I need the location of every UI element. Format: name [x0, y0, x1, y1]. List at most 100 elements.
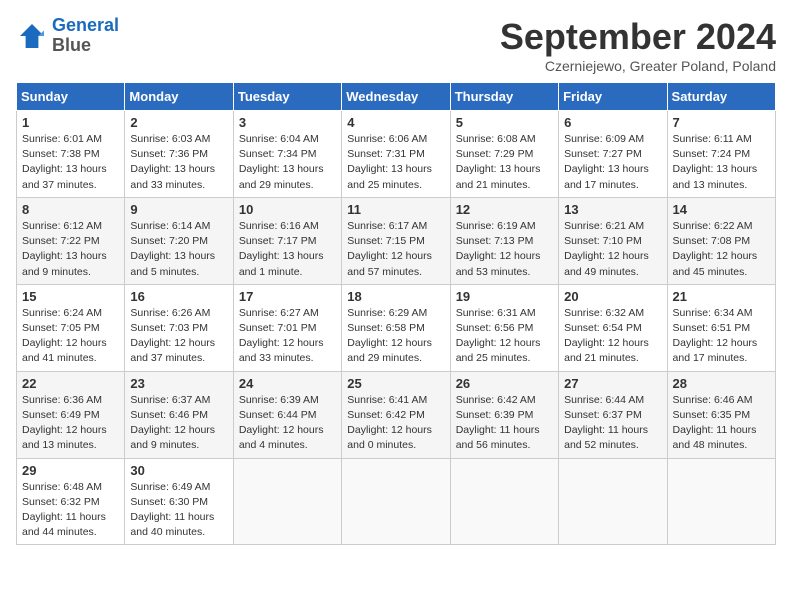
title-block: September 2024 Czerniejewo, Greater Pola… [500, 16, 776, 74]
day-number: 23 [130, 376, 227, 391]
calendar-cell: 8 Sunrise: 6:12 AM Sunset: 7:22 PM Dayli… [17, 197, 125, 284]
calendar-cell [559, 458, 667, 545]
day-number: 10 [239, 202, 336, 217]
day-number: 3 [239, 115, 336, 130]
day-number: 27 [564, 376, 661, 391]
calendar-cell: 4 Sunrise: 6:06 AM Sunset: 7:31 PM Dayli… [342, 111, 450, 198]
calendar-cell: 25 Sunrise: 6:41 AM Sunset: 6:42 PM Dayl… [342, 371, 450, 458]
day-info: Sunrise: 6:26 AM Sunset: 7:03 PM Dayligh… [130, 306, 227, 367]
day-info: Sunrise: 6:31 AM Sunset: 6:56 PM Dayligh… [456, 306, 553, 367]
calendar-cell: 28 Sunrise: 6:46 AM Sunset: 6:35 PM Dayl… [667, 371, 775, 458]
day-info: Sunrise: 6:32 AM Sunset: 6:54 PM Dayligh… [564, 306, 661, 367]
day-info: Sunrise: 6:48 AM Sunset: 6:32 PM Dayligh… [22, 480, 119, 541]
day-number: 7 [673, 115, 770, 130]
day-info: Sunrise: 6:24 AM Sunset: 7:05 PM Dayligh… [22, 306, 119, 367]
day-info: Sunrise: 6:19 AM Sunset: 7:13 PM Dayligh… [456, 219, 553, 280]
day-number: 22 [22, 376, 119, 391]
calendar-cell: 22 Sunrise: 6:36 AM Sunset: 6:49 PM Dayl… [17, 371, 125, 458]
location: Czerniejewo, Greater Poland, Poland [500, 58, 776, 74]
day-header-friday: Friday [559, 83, 667, 111]
calendar: SundayMondayTuesdayWednesdayThursdayFrid… [16, 82, 776, 545]
calendar-cell: 19 Sunrise: 6:31 AM Sunset: 6:56 PM Dayl… [450, 284, 558, 371]
calendar-cell: 27 Sunrise: 6:44 AM Sunset: 6:37 PM Dayl… [559, 371, 667, 458]
day-info: Sunrise: 6:41 AM Sunset: 6:42 PM Dayligh… [347, 393, 444, 454]
calendar-week-5: 29 Sunrise: 6:48 AM Sunset: 6:32 PM Dayl… [17, 458, 776, 545]
day-number: 26 [456, 376, 553, 391]
logo: General Blue [16, 16, 119, 56]
calendar-cell: 30 Sunrise: 6:49 AM Sunset: 6:30 PM Dayl… [125, 458, 233, 545]
day-number: 18 [347, 289, 444, 304]
day-number: 11 [347, 202, 444, 217]
day-info: Sunrise: 6:17 AM Sunset: 7:15 PM Dayligh… [347, 219, 444, 280]
day-info: Sunrise: 6:44 AM Sunset: 6:37 PM Dayligh… [564, 393, 661, 454]
day-info: Sunrise: 6:34 AM Sunset: 6:51 PM Dayligh… [673, 306, 770, 367]
day-number: 15 [22, 289, 119, 304]
day-number: 1 [22, 115, 119, 130]
day-number: 21 [673, 289, 770, 304]
calendar-cell: 18 Sunrise: 6:29 AM Sunset: 6:58 PM Dayl… [342, 284, 450, 371]
day-info: Sunrise: 6:08 AM Sunset: 7:29 PM Dayligh… [456, 132, 553, 193]
day-number: 20 [564, 289, 661, 304]
day-header-saturday: Saturday [667, 83, 775, 111]
calendar-cell: 16 Sunrise: 6:26 AM Sunset: 7:03 PM Dayl… [125, 284, 233, 371]
calendar-cell: 2 Sunrise: 6:03 AM Sunset: 7:36 PM Dayli… [125, 111, 233, 198]
day-info: Sunrise: 6:22 AM Sunset: 7:08 PM Dayligh… [673, 219, 770, 280]
day-header-monday: Monday [125, 83, 233, 111]
day-info: Sunrise: 6:27 AM Sunset: 7:01 PM Dayligh… [239, 306, 336, 367]
logo-text: General Blue [52, 16, 119, 56]
day-number: 16 [130, 289, 227, 304]
calendar-cell: 23 Sunrise: 6:37 AM Sunset: 6:46 PM Dayl… [125, 371, 233, 458]
day-info: Sunrise: 6:49 AM Sunset: 6:30 PM Dayligh… [130, 480, 227, 541]
day-info: Sunrise: 6:11 AM Sunset: 7:24 PM Dayligh… [673, 132, 770, 193]
calendar-cell [667, 458, 775, 545]
day-info: Sunrise: 6:04 AM Sunset: 7:34 PM Dayligh… [239, 132, 336, 193]
month-title: September 2024 [500, 16, 776, 58]
calendar-week-1: 1 Sunrise: 6:01 AM Sunset: 7:38 PM Dayli… [17, 111, 776, 198]
calendar-cell: 29 Sunrise: 6:48 AM Sunset: 6:32 PM Dayl… [17, 458, 125, 545]
day-number: 28 [673, 376, 770, 391]
day-info: Sunrise: 6:16 AM Sunset: 7:17 PM Dayligh… [239, 219, 336, 280]
calendar-cell: 6 Sunrise: 6:09 AM Sunset: 7:27 PM Dayli… [559, 111, 667, 198]
day-number: 19 [456, 289, 553, 304]
calendar-cell: 11 Sunrise: 6:17 AM Sunset: 7:15 PM Dayl… [342, 197, 450, 284]
day-number: 6 [564, 115, 661, 130]
day-info: Sunrise: 6:03 AM Sunset: 7:36 PM Dayligh… [130, 132, 227, 193]
day-header-sunday: Sunday [17, 83, 125, 111]
day-number: 29 [22, 463, 119, 478]
day-number: 24 [239, 376, 336, 391]
calendar-cell: 15 Sunrise: 6:24 AM Sunset: 7:05 PM Dayl… [17, 284, 125, 371]
day-number: 12 [456, 202, 553, 217]
calendar-cell: 26 Sunrise: 6:42 AM Sunset: 6:39 PM Dayl… [450, 371, 558, 458]
day-info: Sunrise: 6:14 AM Sunset: 7:20 PM Dayligh… [130, 219, 227, 280]
calendar-cell [342, 458, 450, 545]
day-info: Sunrise: 6:46 AM Sunset: 6:35 PM Dayligh… [673, 393, 770, 454]
day-number: 17 [239, 289, 336, 304]
calendar-cell: 21 Sunrise: 6:34 AM Sunset: 6:51 PM Dayl… [667, 284, 775, 371]
day-header-wednesday: Wednesday [342, 83, 450, 111]
day-info: Sunrise: 6:21 AM Sunset: 7:10 PM Dayligh… [564, 219, 661, 280]
day-info: Sunrise: 6:09 AM Sunset: 7:27 PM Dayligh… [564, 132, 661, 193]
calendar-cell [233, 458, 341, 545]
day-number: 30 [130, 463, 227, 478]
calendar-week-3: 15 Sunrise: 6:24 AM Sunset: 7:05 PM Dayl… [17, 284, 776, 371]
day-number: 13 [564, 202, 661, 217]
calendar-cell: 24 Sunrise: 6:39 AM Sunset: 6:44 PM Dayl… [233, 371, 341, 458]
calendar-cell: 5 Sunrise: 6:08 AM Sunset: 7:29 PM Dayli… [450, 111, 558, 198]
calendar-cell: 20 Sunrise: 6:32 AM Sunset: 6:54 PM Dayl… [559, 284, 667, 371]
day-info: Sunrise: 6:39 AM Sunset: 6:44 PM Dayligh… [239, 393, 336, 454]
calendar-week-2: 8 Sunrise: 6:12 AM Sunset: 7:22 PM Dayli… [17, 197, 776, 284]
page-header: General Blue September 2024 Czerniejewo,… [16, 16, 776, 74]
calendar-cell [450, 458, 558, 545]
calendar-cell: 12 Sunrise: 6:19 AM Sunset: 7:13 PM Dayl… [450, 197, 558, 284]
day-number: 14 [673, 202, 770, 217]
day-info: Sunrise: 6:06 AM Sunset: 7:31 PM Dayligh… [347, 132, 444, 193]
day-info: Sunrise: 6:36 AM Sunset: 6:49 PM Dayligh… [22, 393, 119, 454]
day-info: Sunrise: 6:12 AM Sunset: 7:22 PM Dayligh… [22, 219, 119, 280]
calendar-body: 1 Sunrise: 6:01 AM Sunset: 7:38 PM Dayli… [17, 111, 776, 545]
day-info: Sunrise: 6:37 AM Sunset: 6:46 PM Dayligh… [130, 393, 227, 454]
day-number: 5 [456, 115, 553, 130]
day-info: Sunrise: 6:42 AM Sunset: 6:39 PM Dayligh… [456, 393, 553, 454]
calendar-cell: 13 Sunrise: 6:21 AM Sunset: 7:10 PM Dayl… [559, 197, 667, 284]
calendar-cell: 17 Sunrise: 6:27 AM Sunset: 7:01 PM Dayl… [233, 284, 341, 371]
day-number: 25 [347, 376, 444, 391]
